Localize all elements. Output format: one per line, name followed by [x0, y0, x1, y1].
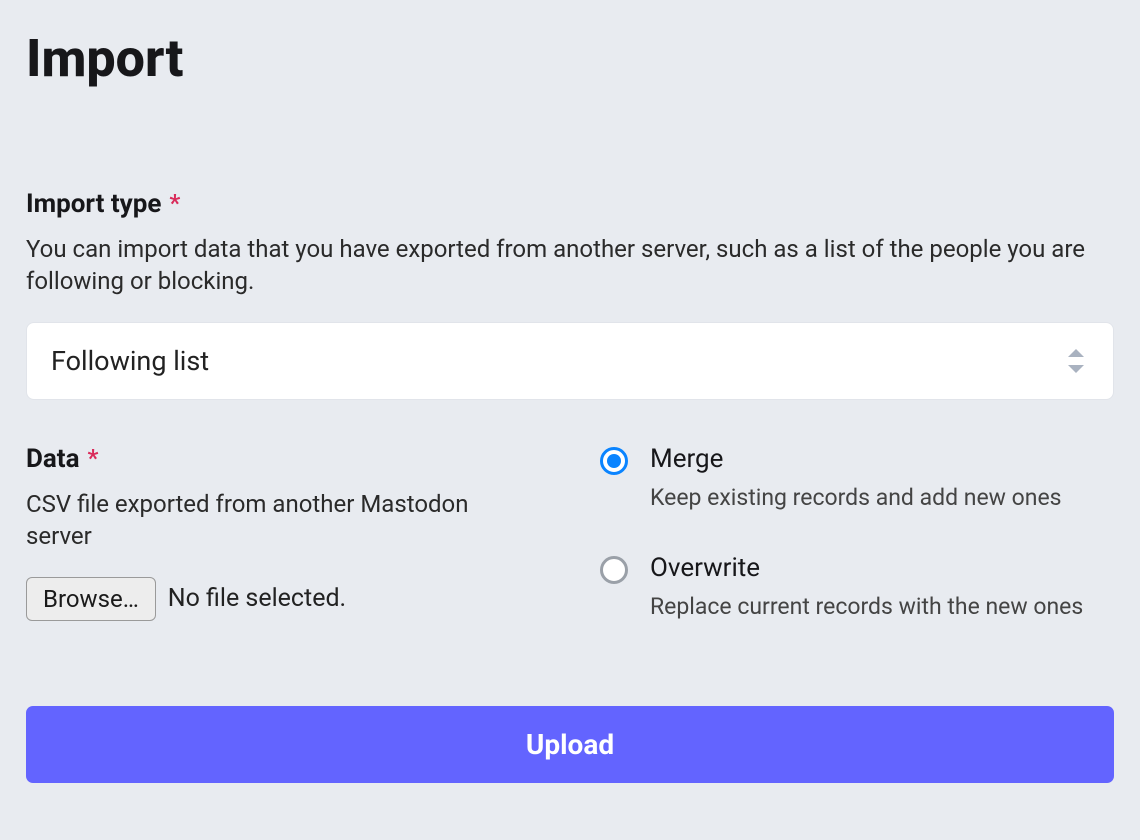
file-picker-row: Browse… No file selected.: [26, 577, 540, 621]
radio-merge-label: Merge: [650, 444, 1114, 474]
radio-overwrite-label: Overwrite: [650, 553, 1114, 583]
radio-option-merge: Merge Keep existing records and add new …: [600, 444, 1114, 511]
required-indicator: *: [88, 444, 99, 472]
import-type-label: Import type: [26, 189, 161, 219]
data-section: Data * CSV file exported from another Ma…: [26, 444, 540, 662]
import-type-section: Import type * You can import data that y…: [26, 189, 1114, 400]
radio-overwrite[interactable]: [600, 556, 628, 584]
radio-overwrite-description: Replace current records with the new one…: [650, 593, 1114, 620]
radio-merge[interactable]: [600, 447, 628, 475]
required-indicator: *: [169, 189, 180, 217]
import-type-description: You can import data that you have export…: [26, 233, 1114, 298]
mode-section: Merge Keep existing records and add new …: [600, 444, 1114, 662]
data-label: Data: [26, 444, 80, 474]
radio-merge-description: Keep existing records and add new ones: [650, 484, 1114, 511]
page-title: Import: [26, 28, 1114, 89]
upload-button[interactable]: Upload: [26, 706, 1114, 783]
browse-button[interactable]: Browse…: [26, 577, 156, 621]
import-type-select-wrap: Following list: [26, 322, 1114, 400]
file-status-text: No file selected.: [168, 584, 346, 613]
radio-option-overwrite: Overwrite Replace current records with t…: [600, 553, 1114, 620]
data-description: CSV file exported from another Mastodon …: [26, 488, 540, 553]
import-type-select[interactable]: Following list: [26, 322, 1114, 400]
